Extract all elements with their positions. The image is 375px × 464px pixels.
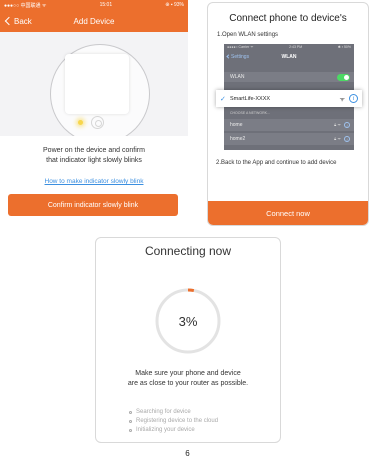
add-device-screen: ●●●○○ 中国联通 ᯤ 15:01 ⊕ ▪ 93% Back Add Devi… (0, 0, 188, 225)
network-name: home2 (230, 136, 246, 142)
advice-line-2: are as close to your router as possible. (127, 380, 249, 387)
connecting-card: Connecting now 3% Make sure your phone a… (95, 237, 281, 443)
advice-line-1: Make sure your phone and device (135, 370, 241, 377)
connecting-title: Connecting now (144, 244, 232, 258)
wlan-toggle (337, 73, 350, 81)
step-1-text: 1.Open WLAN settings (217, 32, 279, 38)
step-item: Searching for device (129, 408, 218, 417)
step-bullet-icon (129, 411, 132, 414)
selected-network-name: SmartLife-XXXX (230, 95, 271, 102)
status-battery: ⊕ ▪ 93% (165, 2, 184, 8)
device-illustration (0, 32, 188, 136)
network-row: home2 🔒︎ ᯤ i (224, 133, 354, 145)
screenshot-status-bar: ●●●●○ Carrier ᯤ 2:43 PM ✱ ▪ 50% (224, 44, 354, 51)
status-time: 15:01 (99, 2, 113, 8)
status-bar: ●●●○○ 中国联通 ᯤ 15:01 ⊕ ▪ 93% (0, 0, 188, 10)
instruction-line-1: Power on the device and confirm (43, 147, 145, 154)
step-item: Registering device to the cloud (129, 417, 218, 426)
connect-now-button[interactable]: Connect now (208, 201, 368, 225)
step-2-text: 2.Back to the App and continue to add de… (216, 160, 337, 166)
connection-steps: Searching for device Registering device … (129, 408, 218, 435)
device-button-icon (91, 116, 104, 129)
info-icon: i (344, 136, 350, 142)
progress-percent: 3% (178, 313, 198, 329)
selected-network-row: ✓ SmartLife-XXXX ᯤ i (216, 90, 362, 107)
chevron-left-icon (4, 16, 14, 26)
choose-network-header: CHOOSE A NETWORK... (230, 111, 270, 115)
page-number: 6 (185, 449, 190, 458)
network-row: home 🔒︎ ᯤ i (224, 119, 354, 131)
wlan-toggle-row: WLAN (224, 72, 354, 82)
wifi-icon: ᯤ (339, 96, 345, 103)
step-bullet-icon (129, 429, 132, 432)
wlan-label: WLAN (230, 74, 245, 80)
card-title: Connect phone to device's (229, 13, 347, 24)
step-bullet-icon (129, 420, 132, 423)
step-label: Registering device to the cloud (136, 418, 219, 424)
step-label: Initializing your device (136, 427, 195, 433)
back-label: Back (14, 16, 32, 26)
instruction-line-2: that indicator light slowly blinks (46, 157, 142, 164)
back-button[interactable]: Back (0, 17, 32, 26)
info-icon: i (344, 122, 350, 128)
wlan-settings-screenshot: ●●●●○ Carrier ᯤ 2:43 PM ✱ ▪ 50% Settings… (216, 44, 362, 150)
info-icon: i (349, 94, 358, 103)
instruction-text: Power on the device and confirm that ind… (0, 146, 188, 166)
nav-bar: Back Add Device (0, 10, 188, 32)
advice-text: Make sure your phone and device are as c… (96, 369, 280, 389)
step-item: Initializing your device (129, 426, 218, 435)
connect-phone-card: Connect phone to device's 1.Open WLAN se… (207, 2, 369, 226)
screenshot-title: WLAN (281, 53, 297, 60)
lock-wifi-icon: 🔒︎ ᯤ (334, 122, 341, 127)
status-carrier: ●●●○○ 中国联通 ᯤ (4, 2, 47, 9)
progress-ring: 3% (153, 286, 223, 356)
screenshot-nav: Settings WLAN (224, 51, 354, 62)
device-plate (65, 54, 129, 114)
network-name: home (230, 122, 243, 128)
confirm-indicator-button[interactable]: Confirm indicator slowly blink (8, 194, 178, 216)
checkmark-icon: ✓ (220, 95, 226, 103)
indicator-light-icon (78, 120, 83, 125)
help-link[interactable]: How to make indicator slowly blink (0, 178, 188, 185)
step-label: Searching for device (136, 409, 191, 415)
lock-wifi-icon: 🔒︎ ᯤ (334, 136, 341, 141)
